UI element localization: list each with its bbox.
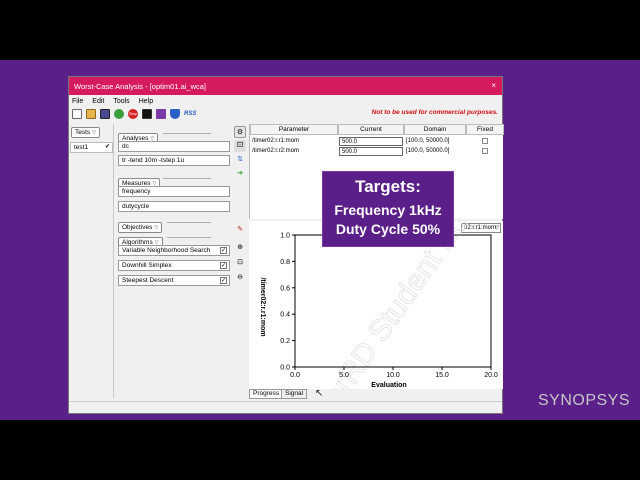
overlay-line-3: Duty Cycle 50%: [335, 221, 441, 237]
targets-overlay: Targets: Frequency 1kHz Duty Cycle 50%: [322, 171, 454, 247]
algorithm-item-label: Variable Neighborhood Search: [122, 247, 211, 254]
tab-progress[interactable]: Progress: [249, 389, 284, 399]
commercial-notice: Not to be used for commercial purposes.: [371, 109, 498, 116]
y-axis-label: /timer02:r.r1:mom: [259, 277, 266, 336]
param-fixed-checkbox-r1[interactable]: [482, 138, 488, 144]
chevron-down-icon: ▽: [92, 130, 97, 136]
window-titlebar: Worst-Case Analysis - [optim01.ai_wca] ×: [69, 77, 502, 95]
algorithm-item-vns[interactable]: Variable Neighborhood Search ✓: [118, 245, 230, 256]
analysis-item-tr[interactable]: tr -tend 10m -tstep 1u: [118, 155, 230, 166]
algorithm-item-label: Downhill Simplex: [122, 262, 172, 269]
param-name-r1: /timer02:r.r1:mom: [252, 138, 300, 144]
y-tick-label: 1.0: [280, 233, 290, 240]
measure-item-frequency[interactable]: frequency: [118, 186, 230, 197]
col-header-domain[interactable]: Domain: [404, 124, 466, 135]
col-header-fixed[interactable]: Fixed: [466, 124, 504, 135]
overlay-line-2: Frequency 1kHz: [334, 202, 442, 218]
window-title: Worst-Case Analysis - [optim01.ai_wca]: [74, 81, 206, 91]
algorithm-item-steepest-descent[interactable]: Steepest Descent ✓: [118, 275, 230, 286]
zoom-in-icon[interactable]: ⊕: [234, 242, 246, 254]
menu-edit[interactable]: Edit: [92, 98, 104, 105]
run-gear-icon[interactable]: [114, 109, 124, 119]
stop-icon[interactable]: Stop: [128, 109, 138, 119]
parameter-icon[interactable]: ⚙: [234, 126, 246, 138]
col-header-current[interactable]: Current: [338, 124, 404, 135]
algorithm-item-label: Steepest Descent: [122, 277, 174, 284]
save-icon[interactable]: [100, 109, 110, 119]
col-header-parameter[interactable]: Parameter: [250, 124, 338, 135]
tab-signal[interactable]: Signal: [281, 389, 308, 399]
y-tick-label: 0.0: [280, 365, 290, 372]
x-tick-label: 20.0: [484, 372, 498, 379]
export-icon[interactable]: ➔: [234, 168, 246, 180]
measure-item-dutycycle[interactable]: dutycycle: [118, 201, 230, 212]
checkbox-checked[interactable]: ✓: [220, 262, 227, 269]
shield-icon[interactable]: [170, 109, 180, 119]
y-tick-label: 0.8: [280, 259, 290, 266]
waveform-icon[interactable]: [142, 109, 152, 119]
menu-help[interactable]: Help: [139, 98, 153, 105]
param-domain-r2: [100.0, 50000.0]: [406, 148, 450, 154]
synopsys-logo: SYNOPSYS: [537, 392, 630, 409]
eraser-icon[interactable]: ✎: [234, 224, 246, 236]
toolbar: Stop RSS Not to be used for commercial p…: [69, 107, 502, 121]
status-bar: [69, 401, 502, 413]
test-item-label: test1: [74, 144, 89, 151]
menu-tools[interactable]: Tools: [113, 98, 129, 105]
y-tick-label: 0.2: [280, 338, 290, 345]
analysis-item-dc[interactable]: dc: [118, 141, 230, 152]
test-item-test1[interactable]: test1 ✔: [70, 142, 113, 153]
x-tick-label: 15.0: [435, 372, 449, 379]
param-name-r2: /timer02:r.r2:mom: [252, 148, 300, 154]
new-file-icon[interactable]: [72, 109, 82, 119]
debug-icon[interactable]: [156, 109, 166, 119]
menu-bar: File Edit Tools Help: [69, 95, 502, 107]
sort-icon[interactable]: ⇅: [234, 154, 246, 166]
divider: [167, 222, 211, 223]
divider: [163, 133, 211, 134]
zoom-out-icon[interactable]: ⊖: [234, 272, 246, 284]
x-tick-label: 0.0: [290, 372, 300, 379]
param-current-r1[interactable]: 500.0: [339, 137, 403, 146]
mouse-cursor-icon: ↖: [315, 388, 324, 399]
checkbox-checked[interactable]: ✓: [220, 277, 227, 284]
param-current-r2[interactable]: 500.0: [339, 147, 403, 156]
close-icon[interactable]: ×: [491, 80, 496, 92]
tests-header-button[interactable]: Tests ▽: [71, 127, 101, 138]
tool-icon-column: ⚙ ⚀ ⇅ ➔ ✎ ⊕ ⊡ ⊖: [233, 124, 247, 398]
param-domain-r1: [100.0, 50000.0]: [406, 138, 450, 144]
video-frame: Worst-Case Analysis - [optim01.ai_wca] ×…: [0, 60, 640, 420]
checkmark-icon: ✔: [104, 144, 110, 150]
rss-button[interactable]: RSS: [184, 109, 200, 119]
divider: [163, 178, 211, 179]
zoom-fit-icon[interactable]: ⊡: [234, 257, 246, 269]
open-folder-icon[interactable]: [86, 109, 96, 119]
tests-header-label: Tests: [75, 129, 91, 136]
setup-panel: Analyses ▽ dc tr -tend 10m -tstep 1u Meas…: [115, 124, 230, 398]
algorithm-item-downhill-simplex[interactable]: Downhill Simplex ✓: [118, 260, 230, 271]
objectives-header-label: Objectives: [122, 224, 153, 231]
menu-file[interactable]: File: [72, 98, 83, 105]
param-fixed-checkbox-r2[interactable]: [482, 148, 488, 154]
y-tick-label: 0.4: [280, 312, 290, 319]
x-tick-label: 5.0: [339, 372, 349, 379]
dice-icon[interactable]: ⚀: [234, 140, 246, 152]
x-tick-label: 10.0: [386, 372, 400, 379]
x-axis-label: Evaluation: [371, 382, 406, 389]
divider: [167, 237, 211, 238]
tests-panel: Tests ▽ test1 ✔: [69, 124, 114, 398]
overlay-line-1: Targets:: [355, 177, 421, 196]
checkbox-checked[interactable]: ✓: [220, 247, 227, 254]
y-tick-label: 0.6: [280, 285, 290, 292]
